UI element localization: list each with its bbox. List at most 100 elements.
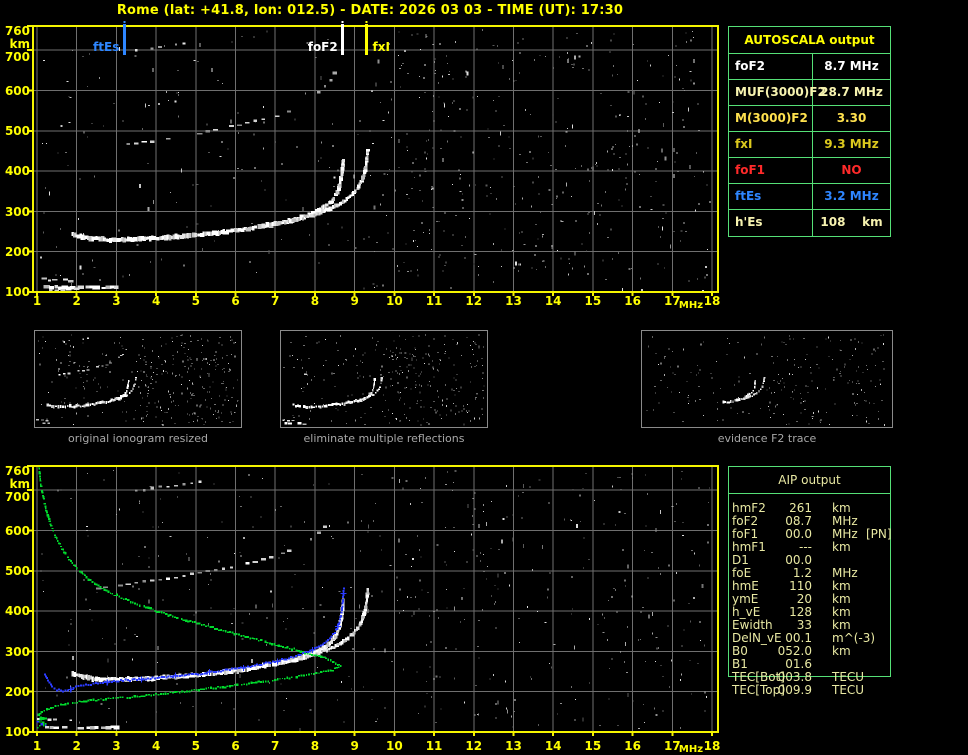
svg-text:MHz: MHz bbox=[679, 744, 703, 755]
autoscala-row-label: M(3000)F2 bbox=[729, 106, 813, 131]
autoscala-row-value: 3.30 bbox=[836, 111, 867, 125]
aip-row-unit: km bbox=[832, 644, 851, 658]
svg-text:12: 12 bbox=[465, 294, 482, 308]
aip-row-B0: B0 052.0 km bbox=[730, 645, 900, 658]
svg-text:15: 15 bbox=[585, 739, 602, 753]
svg-text:300: 300 bbox=[5, 205, 30, 219]
trace-es bbox=[284, 422, 307, 425]
svg-text:16: 16 bbox=[624, 294, 641, 308]
svg-text:1: 1 bbox=[33, 294, 41, 308]
svg-text:3: 3 bbox=[112, 739, 120, 753]
svg-text:100: 100 bbox=[5, 725, 30, 739]
autoscala-row-label: h'Es bbox=[729, 210, 813, 236]
autoscala-row-label: foF2 bbox=[729, 54, 813, 79]
trace-hop2 bbox=[58, 362, 113, 376]
autoscala-row-value: 8.7 MHz bbox=[824, 59, 879, 73]
svg-text:200: 200 bbox=[5, 685, 30, 699]
gridlines bbox=[33, 26, 718, 292]
aip-row-hmF1: hmF1 --- km bbox=[730, 541, 900, 554]
noise-layer bbox=[37, 334, 239, 427]
ionogram-canvas-mini3 bbox=[646, 334, 885, 426]
svg-text:2: 2 bbox=[73, 294, 81, 308]
svg-text:4: 4 bbox=[152, 294, 160, 308]
svg-text:9: 9 bbox=[350, 739, 358, 753]
svg-text:km: km bbox=[10, 37, 30, 51]
svg-text:11: 11 bbox=[426, 739, 443, 753]
svg-text:18: 18 bbox=[704, 739, 721, 753]
trace-f2_x bbox=[355, 377, 384, 403]
aip-table-header: AIP output bbox=[729, 467, 890, 494]
autoscala-table-body: foF2 8.7 MHz MUF(3000)F2 28.7 MHz M(3000)F2 3… bbox=[729, 54, 890, 236]
autoscala-table-header: AUTOSCALA output bbox=[729, 27, 890, 54]
noise-layer bbox=[39, 29, 711, 292]
svg-text:3: 3 bbox=[112, 294, 120, 308]
svg-text:760: 760 bbox=[5, 464, 30, 478]
plot-frame bbox=[27, 465, 719, 736]
svg-text:18: 18 bbox=[704, 294, 721, 308]
svg-text:13: 13 bbox=[505, 739, 522, 753]
svg-text:100: 100 bbox=[5, 285, 30, 299]
ionogram-canvas-mini2 bbox=[282, 334, 485, 426]
autoscala-row-value: 28.7 MHz bbox=[820, 85, 883, 99]
trace-green_profile bbox=[36, 466, 342, 729]
trace-f2_o bbox=[71, 159, 346, 243]
autoscala-row-foF2: foF2 8.7 MHz bbox=[729, 54, 890, 80]
svg-text:MHz: MHz bbox=[679, 300, 703, 311]
aip-row-value: 009.9 bbox=[777, 683, 812, 697]
svg-text:6: 6 bbox=[231, 294, 239, 308]
panel-eliminate-reflections bbox=[280, 330, 488, 428]
trace-f2_x bbox=[282, 587, 370, 665]
caption-original-ionogram: original ionogram resized bbox=[68, 432, 208, 445]
svg-text:500: 500 bbox=[5, 564, 30, 578]
trace-es bbox=[43, 285, 119, 290]
axis-labels: 760km7006005004003002001001 2 3 4 5 6 7 8 9 10 11 1… bbox=[5, 464, 720, 755]
svg-text:2: 2 bbox=[73, 739, 81, 753]
svg-text:300: 300 bbox=[5, 645, 30, 659]
gridlines bbox=[33, 466, 718, 732]
trace-f2_o bbox=[46, 379, 130, 409]
svg-text:14: 14 bbox=[545, 294, 562, 308]
ionogram-bottom: 760 km 700 600 500 400 300 200 100 1 2 3 4 5 6 7 8 9 10 11 1… bbox=[0, 455, 740, 755]
svg-text:15: 15 bbox=[585, 294, 602, 308]
trace-hop3 bbox=[63, 337, 90, 343]
aip-row-D1: D1 00.0 bbox=[730, 554, 900, 567]
svg-text:foF2: foF2 bbox=[308, 40, 338, 54]
svg-text:16: 16 bbox=[624, 739, 641, 753]
svg-text:fxI: fxI bbox=[373, 40, 390, 54]
autoscala-row-value: 3.2 MHz bbox=[824, 189, 879, 203]
autoscala-row-h'Es: h'Es 108 km bbox=[729, 210, 890, 236]
trace-f2_x bbox=[109, 377, 137, 402]
svg-text:400: 400 bbox=[5, 164, 30, 178]
aip-row-unit: km bbox=[832, 540, 851, 554]
noise-layer bbox=[40, 469, 711, 732]
plot-frame bbox=[27, 25, 719, 296]
svg-text:10: 10 bbox=[386, 294, 403, 308]
svg-text:600: 600 bbox=[5, 84, 30, 98]
autoscala-row-value: 108 km bbox=[820, 215, 883, 229]
svg-text:760: 760 bbox=[5, 24, 30, 38]
svg-text:12: 12 bbox=[465, 739, 482, 753]
trace-hop2_cusp bbox=[118, 349, 127, 359]
svg-text:4: 4 bbox=[152, 739, 160, 753]
noise-layer bbox=[646, 334, 885, 426]
svg-text:7: 7 bbox=[271, 739, 279, 753]
autoscala-output-table: AUTOSCALA output foF2 8.7 MHz MUF(3000)F2 2… bbox=[728, 26, 891, 237]
trace-es bbox=[42, 422, 51, 425]
trace-hop2_cusp bbox=[309, 525, 327, 541]
autoscala-row-label: ftEs bbox=[729, 184, 813, 209]
svg-text:600: 600 bbox=[5, 524, 30, 538]
svg-text:200: 200 bbox=[5, 245, 30, 259]
svg-text:ftEs: ftEs bbox=[93, 40, 119, 54]
autoscala-row-value: NO bbox=[841, 163, 862, 177]
autoscala-row-fxI: fxI 9.3 MHz bbox=[729, 132, 890, 158]
autoscala-row-label: foF1 bbox=[729, 158, 813, 183]
aip-row-DelN_vE: DelN_vE 00.1 m^(-3) bbox=[730, 632, 900, 645]
trace-f2_o bbox=[722, 379, 757, 404]
trace-es bbox=[44, 725, 120, 730]
svg-text:7: 7 bbox=[271, 294, 279, 308]
autoscala-row-M(3000)F2: M(3000)F2 3.30 bbox=[729, 106, 890, 132]
autoscala-row-label: fxI bbox=[729, 132, 813, 157]
svg-text:1: 1 bbox=[33, 739, 41, 753]
trace-f2_o bbox=[292, 377, 376, 409]
svg-text:8: 8 bbox=[311, 739, 319, 753]
